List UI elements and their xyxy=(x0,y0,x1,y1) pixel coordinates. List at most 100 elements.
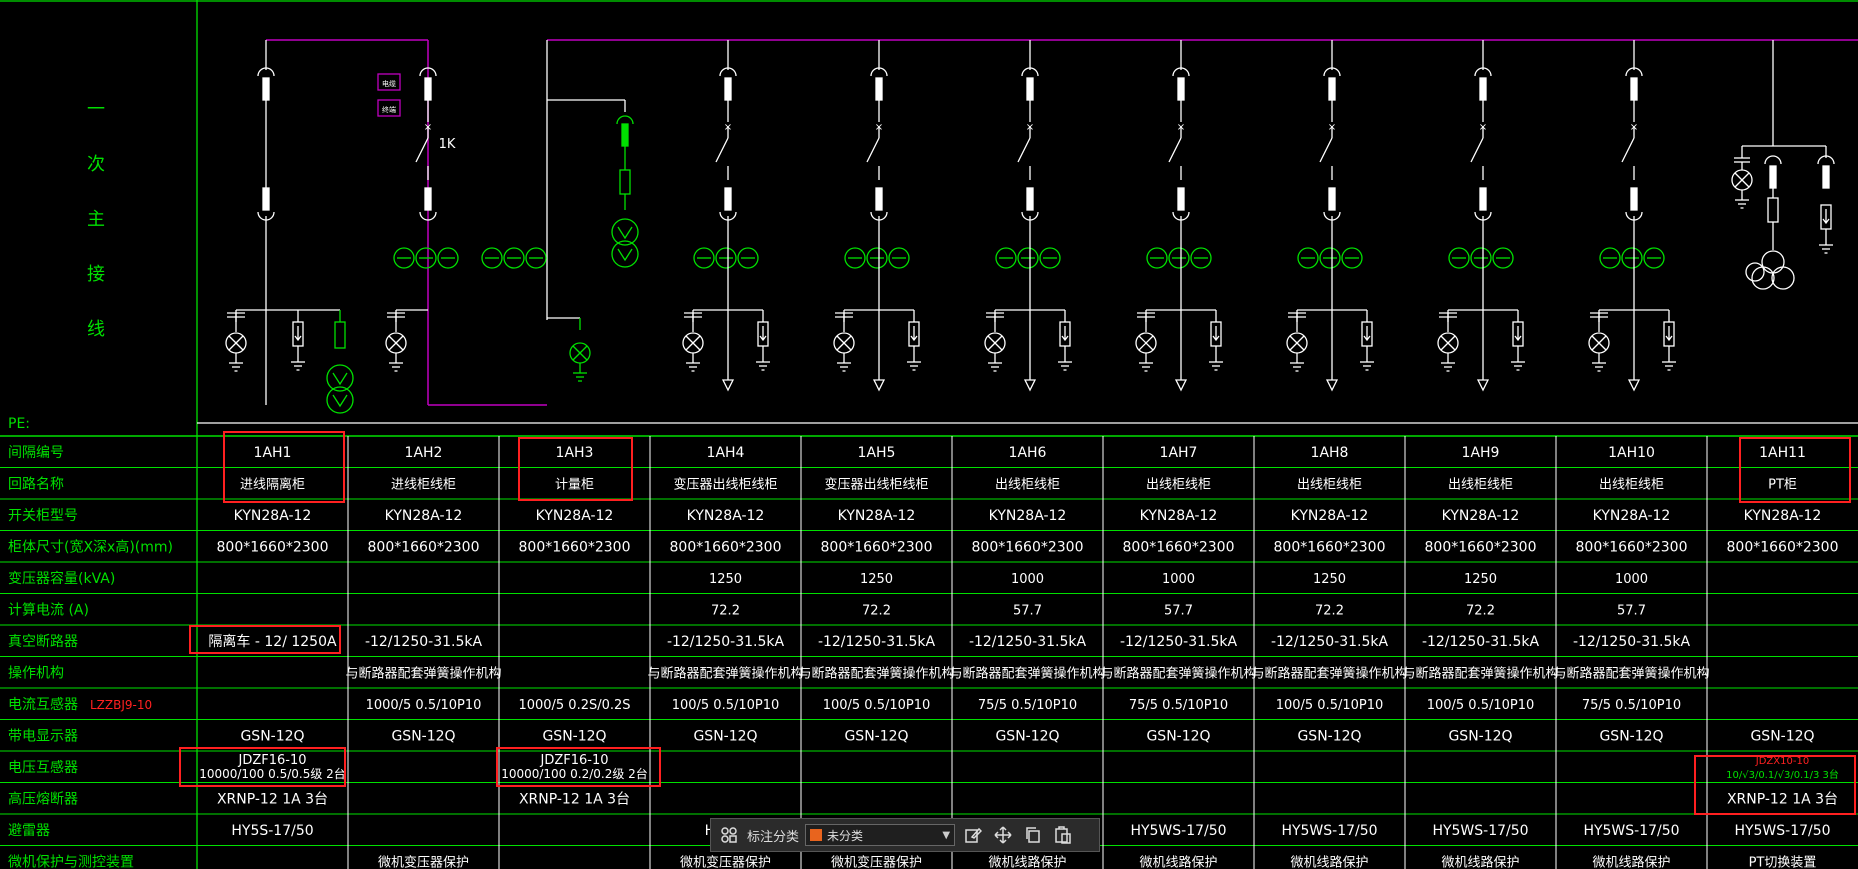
cell-pt-spec: 10000/100 0.2/0.2级 2台 xyxy=(501,766,648,781)
cell-mech: 与断路器配套弹簧操作机构 xyxy=(345,666,501,682)
cable-terminal xyxy=(721,379,735,392)
cell-name: 进线隔离柜 xyxy=(240,477,305,493)
plug-body xyxy=(424,77,432,101)
cell-indicator: GSN-12Q xyxy=(1599,729,1663,745)
cable-box-label: 电缆 xyxy=(382,79,396,88)
breaker-blade xyxy=(1621,137,1635,163)
breaker-blade xyxy=(715,137,729,163)
cell-pt-spec: 10/√3/0.1/√3/0.1/3 3台 xyxy=(1726,768,1839,781)
cell-model: KYN28A-12 xyxy=(234,508,312,524)
pe-label: PE: xyxy=(8,416,30,432)
cell-id: 1AH3 xyxy=(556,445,594,461)
cable-terminal xyxy=(1023,379,1037,392)
metering-cubicle xyxy=(547,99,639,382)
row-label: 避雷器 xyxy=(8,823,50,839)
cell-current: 72.2 xyxy=(1466,604,1495,619)
grid-icon[interactable] xyxy=(717,823,741,847)
paste-icon[interactable] xyxy=(1051,823,1075,847)
cell-model: KYN28A-12 xyxy=(536,508,614,524)
edit-icon[interactable] xyxy=(961,823,985,847)
breaker-blade xyxy=(1319,137,1333,163)
cell-protect: 微机变压器保护 xyxy=(831,855,922,869)
plug-body xyxy=(724,187,732,211)
plug-body xyxy=(1328,187,1336,211)
plug-body xyxy=(1479,187,1487,211)
feeder-cubicle: × xyxy=(682,40,770,392)
cable-terminal xyxy=(872,379,886,392)
cell-kva: 1250 xyxy=(860,572,893,587)
cell-breaker: -12/1250-31.5kA xyxy=(1120,634,1238,650)
cell-ct: 100/5 0.5/10P10 xyxy=(672,698,780,713)
cell-name: 出线柜线柜 xyxy=(1599,478,1664,493)
cell-arrester: HY5WS-17/50 xyxy=(1583,823,1679,839)
cell-id: 1AH1 xyxy=(254,445,292,461)
cell-name: PT柜 xyxy=(1768,478,1797,493)
cell-size: 800*1660*2300 xyxy=(519,540,631,556)
cell-id: 1AH2 xyxy=(405,445,443,461)
plug-body xyxy=(262,187,270,211)
cell-size: 800*1660*2300 xyxy=(368,540,480,556)
pt-fuse xyxy=(334,321,346,349)
pt-winding xyxy=(332,372,348,386)
cell-ct: 100/5 0.5/10P10 xyxy=(823,698,931,713)
cell-ct: 1000/5 0.5/10P10 xyxy=(366,698,482,713)
cell-size: 800*1660*2300 xyxy=(670,540,782,556)
pt-winding xyxy=(617,248,633,262)
cell-indicator: GSN-12Q xyxy=(240,729,304,745)
cell-id: 1AH9 xyxy=(1462,445,1500,461)
arrester-arrow xyxy=(1212,326,1220,342)
cell-ct: 100/5 0.5/10P10 xyxy=(1276,698,1384,713)
cell-indicator: GSN-12Q xyxy=(1448,729,1512,745)
pt-cubicle xyxy=(1731,40,1835,290)
incoming-isolator xyxy=(225,40,354,414)
annotation-category-select[interactable]: 未分类 ▼ xyxy=(805,824,956,846)
cell-model: KYN28A-12 xyxy=(838,508,916,524)
cell-name: 变压器出线柜线柜 xyxy=(673,477,777,493)
row-label: 微机保护与测控装置 xyxy=(8,855,134,869)
cell-model: KYN28A-12 xyxy=(687,508,765,524)
feeder-cubicle: × xyxy=(1437,40,1525,392)
copy-icon[interactable] xyxy=(1021,823,1045,847)
cell-size: 800*1660*2300 xyxy=(1576,540,1688,556)
pt-fuse xyxy=(619,169,631,195)
cell-protect: 微机线路保护 xyxy=(1139,855,1217,869)
schematic: ×1K电缆终端××××××× xyxy=(225,39,1858,414)
cell-arrester: HY5WS-17/50 xyxy=(1432,823,1528,839)
feeder-cubicle: × xyxy=(1135,40,1223,392)
plug-body xyxy=(1479,77,1487,101)
side-title-char: 次 xyxy=(87,154,105,175)
cell-name: 计量柜 xyxy=(555,478,594,493)
cell-indicator: GSN-12Q xyxy=(1146,729,1210,745)
cell-indicator: GSN-12Q xyxy=(995,729,1059,745)
cell-protect: 微机线路保护 xyxy=(1290,855,1368,869)
arrester-arrow xyxy=(294,326,302,342)
pt-plug xyxy=(616,115,634,125)
cell-current: 57.7 xyxy=(1013,604,1042,619)
cell-arrester: HY5S-17/50 xyxy=(231,823,313,839)
cell-id: 1AH8 xyxy=(1311,445,1349,461)
cable-terminal xyxy=(1325,379,1339,392)
cell-mech: 与断路器配套弹簧操作机构 xyxy=(647,666,803,682)
plug-body xyxy=(1769,165,1777,189)
breaker-blade xyxy=(415,137,429,163)
side-title-char: 线 xyxy=(87,319,105,340)
cell-ct: 100/5 0.5/10P10 xyxy=(1427,698,1535,713)
plug-body xyxy=(1177,187,1185,211)
plug-body xyxy=(1026,77,1034,101)
cell-mech: 与断路器配套弹簧操作机构 xyxy=(949,666,1105,682)
cell-indicator: GSN-12Q xyxy=(391,729,455,745)
cell-kva: 1250 xyxy=(1464,572,1497,587)
cell-id: 1AH11 xyxy=(1759,445,1806,461)
cell-size: 800*1660*2300 xyxy=(1123,540,1235,556)
pt-coil xyxy=(1745,262,1765,282)
cell-protect: 微机变压器保护 xyxy=(680,855,771,869)
feeder-cubicle: × xyxy=(833,40,921,392)
single-line-diagram: 一次主接线PE: ×1K电缆终端××××××× 间隔编号回路名称开关柜型号柜体尺… xyxy=(0,0,1858,869)
plug-body xyxy=(1630,187,1638,211)
move-icon[interactable] xyxy=(991,823,1015,847)
feeder-cubicle: × xyxy=(984,40,1072,392)
row-label: 高压熔断器 xyxy=(8,791,78,808)
pt-plug-body xyxy=(621,123,629,147)
cell-model: KYN28A-12 xyxy=(1140,508,1218,524)
terminal-box-label: 终端 xyxy=(382,105,396,114)
